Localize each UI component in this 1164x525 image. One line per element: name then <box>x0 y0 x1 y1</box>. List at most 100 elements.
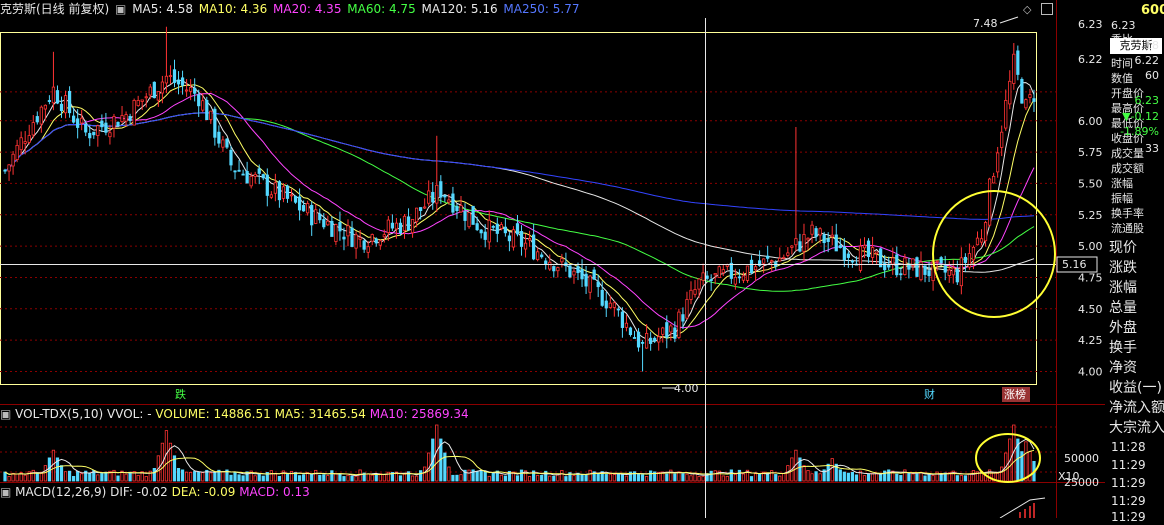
volume-bar <box>233 471 237 482</box>
candle-body <box>402 215 407 232</box>
volume-bar <box>124 473 128 482</box>
candle-body <box>996 152 1000 173</box>
volume-bar <box>604 474 608 482</box>
candle-body <box>838 245 842 249</box>
panel-value: 18 <box>1145 39 1159 52</box>
volume-bar <box>596 473 600 482</box>
volume-bar <box>467 469 471 482</box>
candle-body <box>560 258 564 263</box>
window-button[interactable] <box>1041 3 1053 15</box>
diamond-icon[interactable]: ◇ <box>1023 3 1032 16</box>
price-tick-label: 5.75 <box>1078 146 1103 159</box>
candle-body <box>705 275 709 279</box>
candle-body <box>640 341 645 344</box>
marker-limitup[interactable]: 涨榜 <box>1004 387 1026 401</box>
candle-body <box>249 175 253 187</box>
volume-bar <box>423 466 427 482</box>
candle-body <box>475 223 479 231</box>
current-price-label: 5.16 <box>1062 258 1087 271</box>
candle-body <box>382 234 386 238</box>
kline-chart[interactable]: 6.23 6.22 6.00 5.75 5.50 5.25 5.00 4.75 4.50 4.25… <box>0 0 1105 518</box>
candle-body <box>342 236 346 240</box>
candle-body <box>386 219 390 233</box>
candle-body <box>620 311 625 328</box>
volume-bar <box>491 472 495 482</box>
candle-body <box>164 75 169 84</box>
grid-lines <box>0 91 1056 473</box>
candle-body <box>507 235 512 242</box>
candle-body <box>669 325 673 333</box>
panel-value: 60 <box>1145 69 1159 82</box>
volume-bar <box>778 475 782 482</box>
candle-body <box>205 99 209 121</box>
candle-body <box>673 327 677 339</box>
candle-body <box>414 207 419 223</box>
candle-body <box>27 135 31 143</box>
volume-bar <box>447 466 451 482</box>
candle-body <box>935 260 939 263</box>
marker-fall[interactable]: 跌 <box>175 387 186 401</box>
volume-bar <box>887 469 891 482</box>
volume-bar <box>189 471 193 482</box>
candle-body <box>346 225 350 237</box>
candle-body <box>943 265 947 273</box>
volume-bar <box>297 475 302 482</box>
volume-bar <box>342 476 346 482</box>
volume-bar <box>419 470 423 482</box>
candle-body <box>947 269 951 276</box>
volume-bar <box>366 473 370 482</box>
candle-body <box>233 170 237 173</box>
candle-body <box>459 205 463 213</box>
volume-bar <box>402 473 407 482</box>
volume-bar <box>253 475 257 482</box>
panel-time: 11:29 <box>1111 476 1146 490</box>
candle-body <box>814 228 818 237</box>
volume-bar <box>729 469 733 482</box>
candle-body <box>257 168 261 174</box>
volume-bar <box>883 470 887 482</box>
candle-body <box>471 205 475 225</box>
marker-finance[interactable]: 财 <box>924 387 935 401</box>
candle-body <box>120 115 124 122</box>
panel-field-label: 涨幅 <box>1109 280 1137 296</box>
panel-time: 11:28 <box>1111 440 1146 454</box>
candle-body <box>443 195 447 198</box>
panel-field-label: 涨跌 <box>1109 260 1137 276</box>
volume-bar <box>354 475 358 482</box>
candle-body <box>229 149 233 166</box>
volume-bar <box>774 474 778 482</box>
volume-bar <box>193 471 197 482</box>
volume-bar <box>184 471 189 482</box>
candle-body <box>15 145 19 160</box>
panel-field-label: 现价 <box>1109 240 1137 256</box>
volume-bar <box>519 469 524 482</box>
candle-body <box>862 244 867 249</box>
candle-body <box>362 240 366 250</box>
volume-bar <box>733 473 737 482</box>
volume-bar <box>213 472 217 482</box>
volume-bar <box>314 469 318 482</box>
panel-field-label: 净资 <box>1109 360 1137 376</box>
volume-bar <box>927 473 931 482</box>
candle-body <box>225 138 229 148</box>
panel-label: 换手率 <box>1111 207 1144 220</box>
volume-bar <box>548 475 552 482</box>
candle-body <box>721 269 725 274</box>
volume-bar <box>59 465 64 482</box>
quote-panel: 6.23委比克劳斯时间数值开盘价最高价最低价收盘价成交量成交额涨幅振幅换手率流通… <box>1105 0 1164 524</box>
candle-body <box>887 264 891 268</box>
price-tick-label: 4.50 <box>1078 303 1103 316</box>
candle-body <box>846 253 850 258</box>
panel-value: 33 <box>1145 142 1159 155</box>
panel-field-label: 净流入额 <box>1109 400 1164 416</box>
volume-bar <box>338 473 342 482</box>
candle-body <box>959 257 963 287</box>
candle-body <box>992 175 996 184</box>
candle-body <box>314 209 318 224</box>
volume-bar <box>88 472 92 482</box>
price-tick-label: 5.50 <box>1078 177 1103 190</box>
candle-body <box>273 182 277 194</box>
candle-body <box>423 206 427 209</box>
volume-bar <box>931 475 935 482</box>
candle-body <box>979 238 984 243</box>
